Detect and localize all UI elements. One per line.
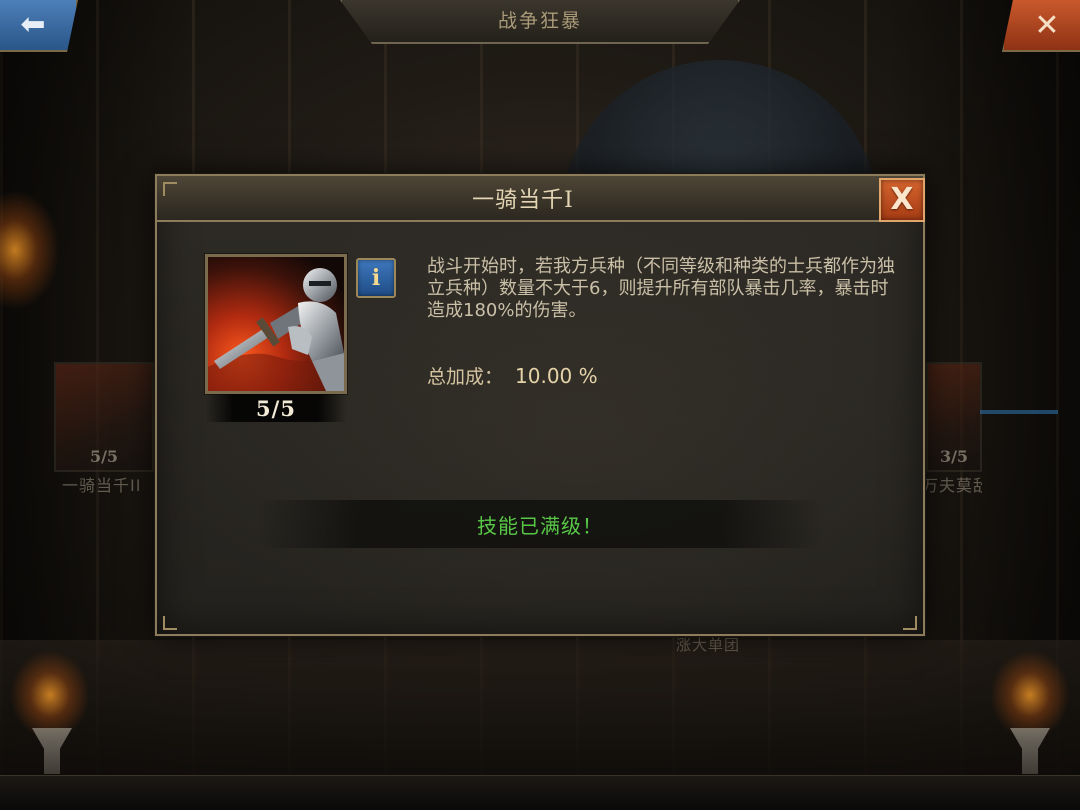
- close-icon: X: [890, 182, 914, 217]
- skill-level-bar: 5/5: [205, 394, 347, 422]
- page-title: 战争狂暴: [497, 9, 582, 32]
- background-skill-tile-left: 5/5: [54, 362, 154, 472]
- max-level-status: 技能已满级！: [477, 513, 603, 538]
- total-bonus-value: 10.00 %: [515, 364, 598, 388]
- brazier-fire-left-icon: [10, 650, 90, 740]
- top-title-frame: 战争狂暴: [340, 0, 740, 44]
- background-progress-line: [980, 410, 1058, 414]
- bottom-bar: [0, 775, 1080, 810]
- status-band: 技能已满级！: [257, 500, 823, 548]
- skill-detail-dialog: 一骑当千I X 5/5 i 战斗开始时，若我方兵种（不同等级和种类的士兵都作为独…: [155, 174, 925, 636]
- dialog-titlebar: 一骑当千I: [157, 176, 923, 222]
- background-skill-tile-right: 3/5: [926, 362, 982, 472]
- background-skill-level-right: 3/5: [939, 447, 969, 466]
- close-page-button[interactable]: ✕: [1002, 0, 1080, 52]
- skill-level: 5/5: [256, 395, 296, 421]
- skill-icon: [205, 254, 347, 394]
- total-bonus-row: 总加成： 10.00 %: [427, 362, 598, 389]
- background-label: 涨大单团: [676, 636, 741, 654]
- background-skill-name-right: 万夫莫敌III: [922, 476, 982, 495]
- background-skill-level-left: 5/5: [89, 447, 119, 466]
- dialog-close-button[interactable]: X: [879, 178, 925, 222]
- info-button[interactable]: i: [356, 258, 396, 298]
- background-skill-name-left: 一骑当千II: [62, 476, 142, 495]
- back-button[interactable]: ⬅: [0, 0, 78, 52]
- dialog-title: 一骑当千I: [472, 188, 574, 213]
- corner-ornament-icon: [903, 616, 917, 630]
- corner-ornament-icon: [163, 616, 177, 630]
- skill-description: 战斗开始时，若我方兵种（不同等级和种类的士兵都作为独立兵种）数量不大于6，则提升…: [427, 256, 895, 321]
- close-icon: ✕: [1034, 7, 1060, 43]
- info-icon: i: [371, 265, 381, 291]
- knight-sword-icon: [208, 257, 344, 391]
- corner-ornament-icon: [163, 182, 177, 196]
- back-arrow-icon: ⬅: [20, 7, 46, 42]
- brazier-fire-right-icon: [990, 650, 1070, 740]
- total-bonus-label: 总加成：: [427, 366, 504, 388]
